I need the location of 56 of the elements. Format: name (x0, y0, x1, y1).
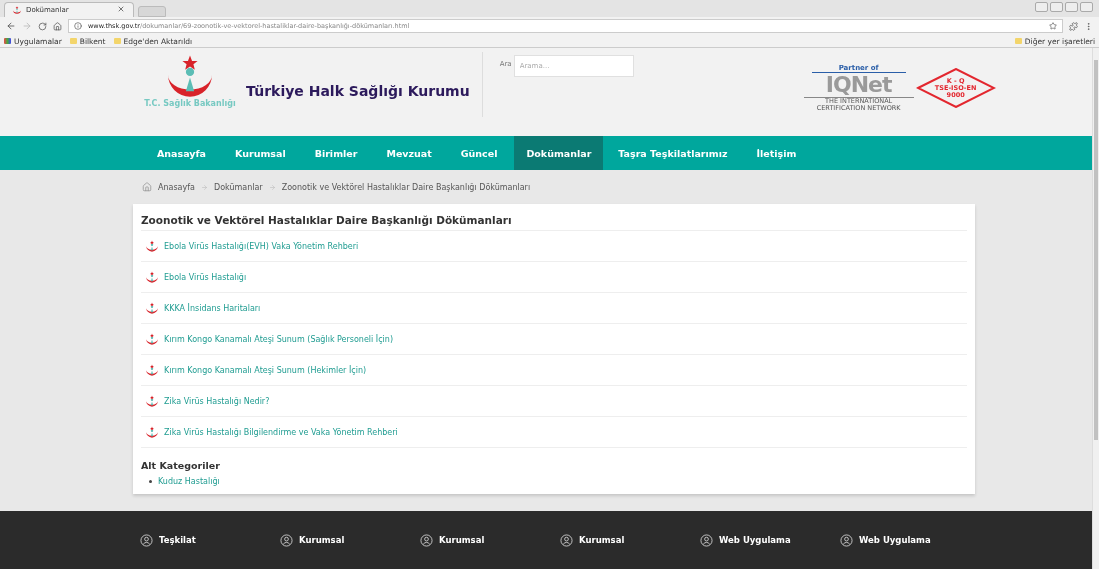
breadcrumb-link[interactable]: Zoonotik ve Vektörel Hastalıklar Daire Başkanlığı Dökümanları (281, 182, 531, 192)
footer-link[interactable]: Web Uygulama (700, 533, 840, 547)
breadcrumb-link[interactable]: Dokümanlar (213, 182, 263, 192)
brand-logo: IQNet (825, 73, 892, 97)
info-icon (74, 22, 82, 30)
maximize-button[interactable] (1065, 2, 1078, 12)
minimize-button[interactable] (1050, 2, 1063, 12)
section-title: Zoonotik ve Vektörel Hastalıklar Daire Başkanlığı Dökümanları (141, 214, 967, 231)
emblem-icon (146, 240, 158, 252)
extension-icon[interactable] (1069, 21, 1078, 31)
user-icon (840, 533, 853, 547)
document-link[interactable]: Kırım Kongo Kanamalı Ateşi Sunum (Hekimler İçin) (164, 365, 367, 375)
logo-icon (168, 54, 212, 97)
home-icon[interactable] (53, 21, 62, 31)
emblem-icon (146, 333, 158, 345)
user-icon (560, 533, 573, 547)
document-link[interactable]: Zika Virüs Hastalığı Nedir? (164, 396, 270, 406)
user-icon (700, 533, 713, 547)
diamond-icon (915, 68, 996, 108)
arrow-icon (200, 183, 208, 191)
footer-link[interactable]: Teşkilat (140, 533, 280, 547)
reload-icon[interactable] (38, 21, 47, 31)
footer-link[interactable]: Kurumsal (560, 533, 700, 547)
user-icon (420, 533, 433, 547)
subcategories-title: Alt Kategoriler (141, 460, 221, 471)
home-icon[interactable] (142, 182, 152, 192)
menu-icon[interactable] (1084, 21, 1093, 31)
close-button[interactable] (1080, 2, 1093, 12)
forward-icon[interactable] (22, 21, 32, 31)
site-title: Türkiye Halk Sağlığı Kurumu (246, 82, 470, 101)
new-tab-button[interactable] (138, 6, 166, 17)
emblem-icon (146, 395, 158, 407)
favicon-icon (13, 6, 21, 14)
emblem-icon (146, 364, 158, 376)
emblem-icon (146, 302, 158, 314)
ministry-name: T.C. Sağlık Bakanlığı (144, 98, 236, 108)
subcategory-link[interactable]: Kuduz Hastalığı (158, 477, 220, 486)
document-link[interactable]: Ebola Virüs Hastalığı (164, 272, 247, 282)
user-button[interactable] (1035, 2, 1048, 12)
nav-tab[interactable]: Dokümanlar (514, 136, 604, 170)
document-link[interactable]: Ebola Virüs Hastalığı(EVH) Vaka Yönetim Rehberi (164, 241, 359, 251)
breadcrumb-link[interactable]: Anasayfa (158, 182, 195, 192)
footer-link[interactable]: Kurumsal (280, 533, 420, 547)
arrow-icon (268, 183, 276, 191)
footer-link[interactable]: Kurumsal (420, 533, 560, 547)
footer-link[interactable]: Web Uygulama (840, 533, 980, 547)
bullet-icon (149, 480, 152, 483)
emblem-icon (146, 271, 158, 283)
star-icon[interactable] (1049, 22, 1057, 30)
back-icon[interactable] (6, 21, 16, 31)
document-link[interactable]: Zika Virüs Hastalığı Bilgilendirme ve Vaka Yönetim Rehberi (164, 427, 398, 437)
user-icon (140, 533, 153, 547)
emblem-icon (146, 426, 158, 438)
user-icon (280, 533, 293, 547)
document-link[interactable]: KKKA İnsidans Haritaları (164, 303, 261, 313)
document-link[interactable]: Kırım Kongo Kanamalı Ateşi Sunum (Sağlık Personeli İçin) (164, 334, 394, 344)
